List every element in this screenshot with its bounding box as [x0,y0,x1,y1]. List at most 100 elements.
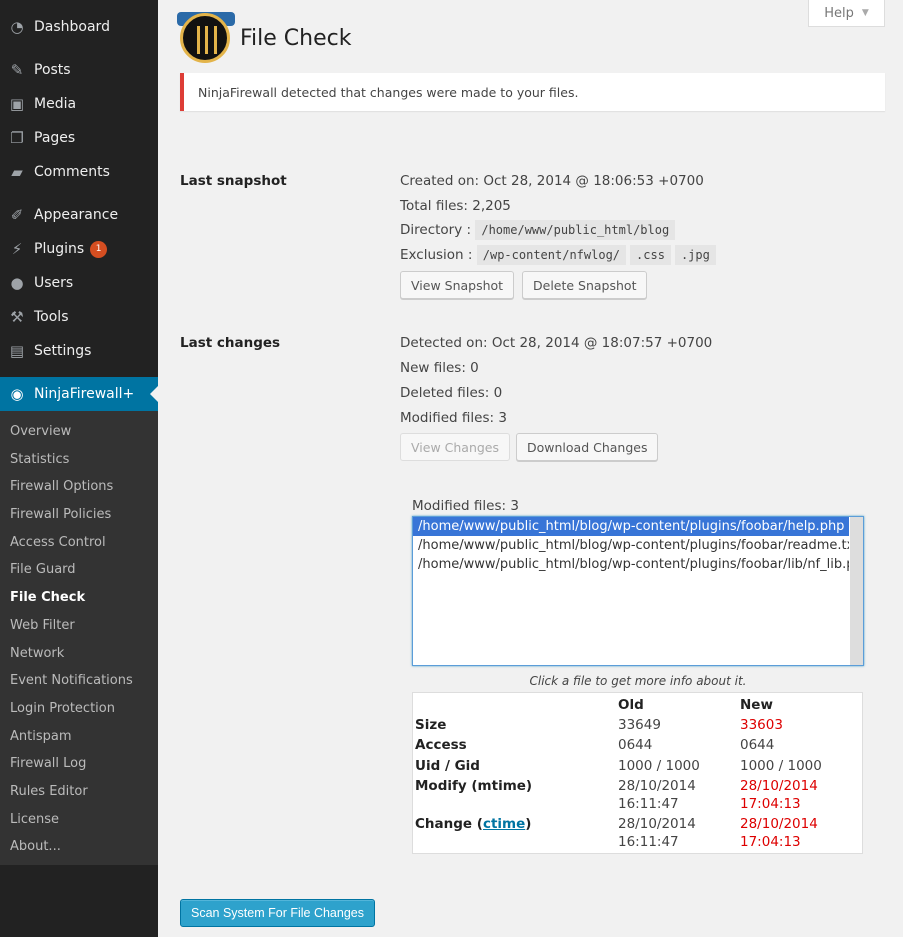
submenu-file-check[interactable]: File Check [0,584,158,612]
file-item[interactable]: /home/www/public_html/blog/wp-content/pl… [413,536,849,555]
view-changes-button[interactable]: View Changes [400,433,511,461]
ctime-new-date: 28/10/2014 [740,816,818,832]
menu-users[interactable]: ● Users [0,266,158,300]
view-snapshot-button[interactable]: View Snapshot [400,271,515,299]
last-changes-heading: Last changes [180,335,281,351]
mtime-old-time: 16:11:47 [618,796,679,812]
snapshot-exclusion: Exclusion : /wp-content/nfwlog/.css .jpg [400,245,720,265]
submenu-firewall-policies[interactable]: Firewall Policies [0,501,158,529]
help-label: Help [824,5,854,21]
modified-files-label: Modified files: 3 [412,498,519,514]
ninja-icon: ◉ [10,385,24,403]
menu-label: Users [34,275,74,291]
submenu-file-guard[interactable]: File Guard [0,556,158,584]
update-count-badge: 1 [90,240,108,258]
delete-snapshot-button[interactable]: Delete Snapshot [522,271,648,299]
ctime-old-date: 28/10/2014 [618,816,696,832]
changes-deleted-files: Deleted files: 0 [400,385,503,401]
menu-ninjafirewall[interactable]: ◉ NinjaFirewall+ [0,377,158,411]
uid-gid-new: 1000 / 1000 [740,758,822,774]
menu-pages[interactable]: ❐ Pages [0,121,158,155]
file-item[interactable]: /home/www/public_html/blog/wp-content/pl… [413,517,849,536]
dashboard-icon: ◔ [10,18,24,36]
submenu-network[interactable]: Network [0,640,158,668]
file-item[interactable]: /home/www/public_html/blog/wp-content/pl… [413,555,849,574]
ctime-link[interactable]: ctime [483,816,525,832]
download-changes-button[interactable]: Download Changes [516,433,659,461]
page-title: File Check [240,25,352,51]
submenu-overview[interactable]: Overview [0,418,158,446]
col-old-header: Old [618,697,644,713]
changes-detected: Detected on: Oct 28, 2014 @ 18:07:57 +07… [400,335,713,351]
submenu-rules-editor[interactable]: Rules Editor [0,778,158,806]
list-scrollbar[interactable] [850,517,863,665]
submenu-firewall-log[interactable]: Firewall Log [0,750,158,778]
submenu-access-control[interactable]: Access Control [0,529,158,557]
uid-gid-old: 1000 / 1000 [618,758,700,774]
submenu-firewall-options[interactable]: Firewall Options [0,473,158,501]
ctime-old-time: 16:11:47 [618,834,679,850]
ctime-label-suffix: ) [525,816,532,832]
menu-media[interactable]: ▣ Media [0,87,158,121]
file-info-table: Old New Size 33649 33603 Access 0644 064… [412,692,863,854]
last-snapshot-heading: Last snapshot [180,173,287,189]
access-label: Access [415,737,467,753]
settings-icon: ▤ [9,342,25,360]
menu-label: Media [34,96,77,112]
exclusion-value: .jpg [674,245,716,265]
scan-system-button[interactable]: Scan System For File Changes [180,899,375,927]
submenu-web-filter[interactable]: Web Filter [0,612,158,640]
size-label: Size [415,717,447,733]
submenu-license[interactable]: License [0,806,158,834]
submenu-about[interactable]: About... [0,833,158,861]
admin-sidebar: ◔ Dashboard ✎ Posts ▣ Media ❐ Pages ▰ Comment… [0,0,158,937]
menu-label: Dashboard [34,19,110,35]
submenu-statistics[interactable]: Statistics [0,446,158,474]
pin-icon: ✎ [10,61,24,79]
submenu-antispam[interactable]: Antispam [0,723,158,751]
mtime-new-time: 17:04:13 [740,796,801,812]
menu-label: Plugins [34,241,85,257]
menu-label: Posts [34,62,71,78]
changes-modified-files: Modified files: 3 [400,410,507,426]
changes-notice: NinjaFirewall detected that changes were… [180,73,885,111]
exclusion-value: .css [630,245,671,265]
mtime-label: Modify (mtime) [415,778,533,794]
size-new: 33603 [740,717,783,733]
exclusion-value: /wp-content/nfwlog/ [476,245,627,265]
uid-gid-label: Uid / Gid [415,758,480,774]
ninjafirewall-logo [177,12,235,63]
menu-label: Settings [34,343,92,359]
menu-label: Pages [34,130,76,146]
menu-plugins[interactable]: ⚡ Plugins 1 [0,232,158,266]
submenu-event-notifications[interactable]: Event Notifications [0,667,158,695]
modified-files-list[interactable]: /home/www/public_html/blog/wp-content/pl… [412,516,864,666]
menu-comments[interactable]: ▰ Comments [0,155,158,189]
mtime-old-date: 28/10/2014 [618,778,696,794]
ctime-new-time: 17:04:13 [740,834,801,850]
submenu-login-protection[interactable]: Login Protection [0,695,158,723]
col-new-header: New [740,697,773,713]
menu-tools[interactable]: ⚒ Tools [0,300,158,334]
plugin-icon: ⚡ [11,240,23,258]
menu-appearance[interactable]: ✐ Appearance [0,198,158,232]
fork-icon [197,26,217,54]
wrench-icon: ⚒ [10,308,24,326]
help-button[interactable]: Help ▼ [808,0,885,27]
menu-label: Appearance [34,207,119,223]
exclusion-label: Exclusion : [400,247,473,263]
menu-label: Tools [34,309,69,325]
snapshot-created: Created on: Oct 28, 2014 @ 18:06:53 +070… [400,173,704,189]
ninjafirewall-submenu: Overview Statistics Firewall Options Fir… [0,411,158,865]
pages-icon: ❐ [10,129,24,147]
click-file-hint: Click a file to get more info about it. [529,674,747,688]
mtime-new-date: 28/10/2014 [740,778,818,794]
comment-icon: ▰ [11,163,23,181]
access-new: 0644 [740,737,775,753]
caret-down-icon: ▼ [861,8,869,18]
menu-label: NinjaFirewall+ [34,386,135,402]
snapshot-total-files: Total files: 2,205 [400,198,511,214]
menu-dashboard[interactable]: ◔ Dashboard [0,10,158,44]
menu-posts[interactable]: ✎ Posts [0,53,158,87]
menu-settings[interactable]: ▤ Settings [0,334,158,368]
